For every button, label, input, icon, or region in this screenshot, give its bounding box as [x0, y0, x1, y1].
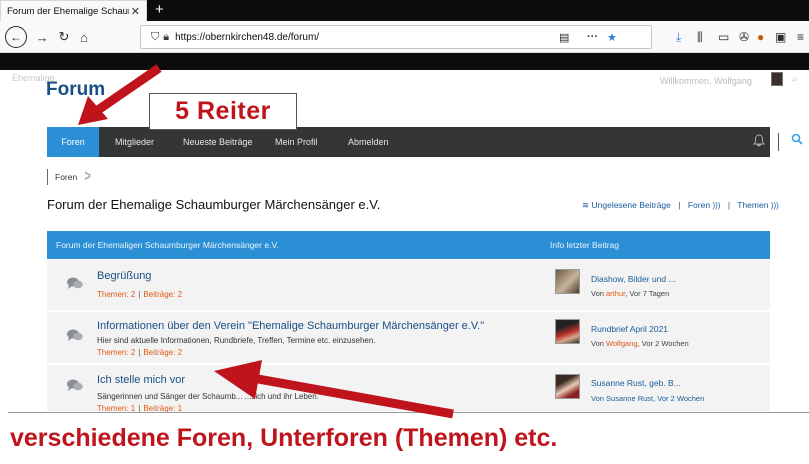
last-post-meta: Von arthur, Vor 7 Tagen	[591, 289, 669, 298]
forward-arrow-icon[interactable]: →	[34, 21, 50, 53]
speech-bubbles-icon	[67, 379, 83, 395]
unread-posts-link[interactable]: Ungelesene Beiträge	[592, 200, 671, 210]
forum-table-header: Forum der Ehemaligen Schaumburger Märche…	[47, 231, 770, 259]
tab-neueste-beitraege[interactable]: Neueste Beiträge	[183, 127, 253, 157]
home-icon[interactable]: ⌂	[76, 21, 92, 53]
tab-close-icon[interactable]: ✕	[131, 5, 140, 18]
forum-main-nav: Foren Mitglieder Neueste Beiträge Mein P…	[47, 127, 803, 157]
link-separator: |	[678, 200, 681, 210]
forum-column-header[interactable]: Forum der Ehemaligen Schaumburger Märche…	[56, 240, 279, 250]
avatar[interactable]	[555, 269, 580, 294]
rss-icon[interactable]: )))	[712, 201, 720, 210]
tab-mitglieder[interactable]: Mitglieder	[115, 127, 154, 157]
page-actions-icon[interactable]: ···	[587, 26, 598, 48]
last-post-by: Von	[591, 289, 607, 298]
header-search-icon[interactable]: ⌕	[792, 74, 798, 85]
forums-rss-link[interactable]: Foren	[688, 200, 710, 210]
avatar[interactable]	[555, 319, 580, 344]
breadcrumb-divider	[47, 168, 48, 185]
extension-icon[interactable]: ✇	[739, 21, 749, 53]
chevron-right-icon: >	[84, 167, 92, 185]
forum-row: Ich stelle mich vor Sängerinnen und Säng…	[47, 365, 770, 413]
search-icon[interactable]	[791, 133, 803, 148]
library-icon[interactable]: ⫼	[697, 21, 703, 53]
rss-icon[interactable]: )))	[771, 201, 779, 210]
menu-icon[interactable]: ≡	[797, 21, 804, 53]
last-post-by: Von	[591, 339, 607, 348]
last-post-meta: Von Wolfgang, Vor 2 Wochen	[591, 339, 689, 348]
title-links: ≋ Ungelesene Beiträge | Foren ))) | Them…	[582, 200, 779, 211]
speech-bubbles-icon	[67, 329, 83, 345]
url-text: https://obernkirchen48.de/forum/	[175, 31, 320, 43]
address-bar[interactable]: ⛉ 🔒︎ https://obernkirchen48.de/forum/ ▤ …	[140, 25, 652, 49]
bookmark-star-icon[interactable]: ★	[607, 26, 617, 48]
bell-icon[interactable]	[753, 134, 765, 150]
shield-icon[interactable]: ⛉	[151, 31, 159, 44]
forum-description: Sängerinnen und Sänger der Schaumb... ..…	[97, 392, 319, 401]
last-post-by: Von Susanne Rust, Vor 2 Wochen	[591, 394, 705, 403]
posts-count: Beiträge: 2	[143, 290, 183, 299]
link-separator: |	[727, 200, 731, 210]
admin-bar	[0, 53, 809, 70]
tab-title: Forum der Ehemalige Schaumburg	[7, 5, 129, 17]
extension-2-icon[interactable]: ●	[757, 21, 764, 53]
forum-stats: Themen: 2 | Beiträge: 2	[97, 348, 183, 357]
speech-bubbles-icon	[67, 277, 83, 293]
browser-toolbar: ← → ↻ ⌂ ⛉ 🔒︎ https://obernkirchen48.de/f…	[0, 21, 809, 53]
page-title: Forum der Ehemalige Schaumburger Märchen…	[47, 197, 381, 212]
download-icon[interactable]: ⤓	[676, 21, 681, 53]
threads-count: Themen: 2	[97, 348, 136, 357]
forum-row: Informationen über den Verein "Ehemalige…	[47, 312, 770, 364]
tab-abmelden[interactable]: Abmelden	[348, 127, 389, 157]
breadcrumb-foren[interactable]: Foren	[55, 172, 77, 182]
stack-icon: ≋	[582, 200, 590, 210]
tabs-callout-label: 5 Reiter	[149, 93, 297, 130]
avatar[interactable]	[771, 72, 783, 86]
browser-tab-strip: Forum der Ehemalige Schaumburg ✕ +	[0, 0, 809, 21]
back-arrow-icon: ←	[5, 26, 27, 48]
lock-icon[interactable]: 🔒︎	[163, 31, 169, 44]
forum-description: Hier sind aktuelle Informationen, Rundbr…	[97, 336, 376, 345]
nav-divider	[778, 133, 779, 151]
browser-tab[interactable]: Forum der Ehemalige Schaumburg ✕	[0, 0, 147, 21]
extension-3-icon[interactable]: ▣	[775, 21, 786, 53]
last-post-time: , Vor 2 Wochen	[637, 339, 689, 348]
avatar[interactable]	[555, 374, 580, 399]
forum-logo[interactable]: Forum	[46, 79, 105, 101]
tab-mein-profil[interactable]: Mein Profil	[275, 127, 318, 157]
back-button[interactable]: ←	[4, 21, 28, 53]
new-tab-icon[interactable]: +	[155, 0, 164, 21]
tab-foren[interactable]: Foren	[47, 127, 99, 157]
posts-count: Beiträge: 2	[143, 348, 183, 357]
welcome-text[interactable]: Willkommen, Wolfgang	[660, 76, 752, 86]
breadcrumb: Foren >	[47, 167, 93, 186]
forum-title[interactable]: Begrüßung	[97, 270, 151, 282]
forum-title[interactable]: Ich stelle mich vor	[97, 374, 185, 386]
last-post-title[interactable]: Diashow, Bilder und ...	[591, 274, 676, 284]
last-post-time: , Vor 7 Tagen	[625, 289, 670, 298]
forum-row: Begrüßung Themen: 2 | Beiträge: 2 Diashow,…	[47, 260, 770, 311]
topics-rss-link[interactable]: Themen	[737, 200, 768, 210]
last-post-author[interactable]: Wolfgang	[606, 339, 638, 348]
last-post-title[interactable]: Rundbrief April 2021	[591, 324, 668, 334]
forum-title[interactable]: Informationen über den Verein "Ehemalige…	[97, 320, 484, 332]
last-post-title[interactable]: Susanne Rust, geb. B...	[591, 378, 681, 388]
forums-callout-label: verschiedene Foren, Unterforen (Themen) …	[8, 412, 809, 464]
threads-count: Themen: 2	[97, 290, 136, 299]
last-post-meta: Von Susanne Rust, Vor 2 Wochen	[591, 394, 704, 403]
sidebar-icon[interactable]: ▭	[718, 21, 729, 53]
last-post-column-header: Info letzter Beitrag	[550, 240, 619, 250]
forum-stats: Themen: 2 | Beiträge: 2	[97, 290, 183, 299]
reload-icon[interactable]: ↻	[56, 21, 72, 53]
last-post-author[interactable]: arthur	[606, 289, 625, 298]
reader-view-icon[interactable]: ▤	[559, 26, 569, 48]
